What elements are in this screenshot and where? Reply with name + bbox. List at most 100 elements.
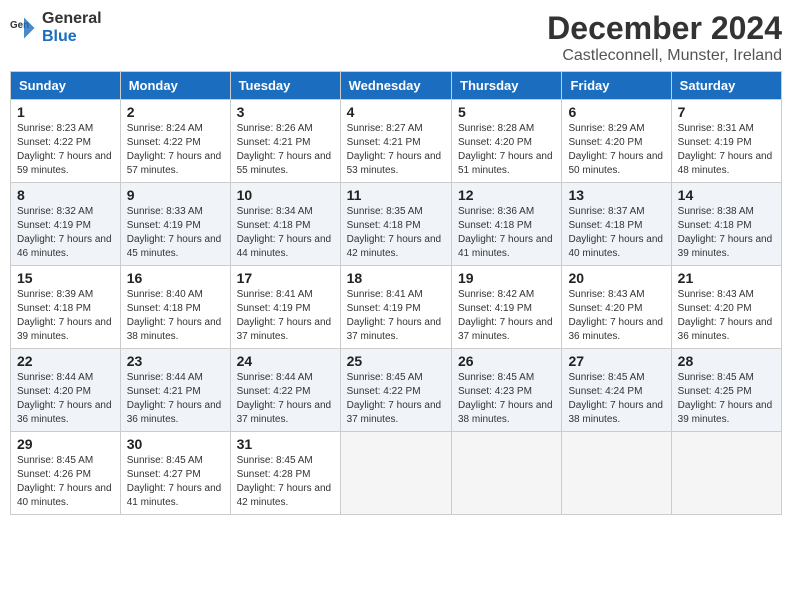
sunset-label: Sunset: 4:22 PM (17, 137, 91, 148)
daylight-label: Daylight: 7 hours and 36 minutes. (17, 400, 112, 425)
daylight-label: Daylight: 7 hours and 59 minutes. (17, 151, 112, 176)
sunrise-label: Sunrise: 8:28 AM (458, 123, 534, 134)
day-number: 30 (127, 436, 224, 452)
day-info: Sunrise: 8:23 AM Sunset: 4:22 PM Dayligh… (17, 122, 114, 178)
sunrise-label: Sunrise: 8:41 AM (347, 289, 423, 300)
sunset-label: Sunset: 4:18 PM (458, 220, 532, 231)
sunrise-label: Sunrise: 8:40 AM (127, 289, 203, 300)
day-info: Sunrise: 8:45 AM Sunset: 4:22 PM Dayligh… (347, 371, 445, 427)
daylight-label: Daylight: 7 hours and 38 minutes. (568, 400, 663, 425)
day-number: 2 (127, 104, 224, 120)
daylight-label: Daylight: 7 hours and 41 minutes. (458, 234, 553, 259)
calendar-cell: 23 Sunrise: 8:44 AM Sunset: 4:21 PM Dayl… (120, 349, 230, 432)
day-number: 9 (127, 187, 224, 203)
sunrise-label: Sunrise: 8:27 AM (347, 123, 423, 134)
day-number: 22 (17, 353, 114, 369)
daylight-label: Daylight: 7 hours and 39 minutes. (678, 234, 773, 259)
daylight-label: Daylight: 7 hours and 40 minutes. (17, 483, 112, 508)
column-header-saturday: Saturday (671, 72, 781, 100)
daylight-label: Daylight: 7 hours and 51 minutes. (458, 151, 553, 176)
sunset-label: Sunset: 4:18 PM (568, 220, 642, 231)
sunrise-label: Sunrise: 8:43 AM (568, 289, 644, 300)
calendar-cell: 9 Sunrise: 8:33 AM Sunset: 4:19 PM Dayli… (120, 183, 230, 266)
day-number: 21 (678, 270, 775, 286)
daylight-label: Daylight: 7 hours and 39 minutes. (678, 400, 773, 425)
sunset-label: Sunset: 4:28 PM (237, 469, 311, 480)
calendar-week-row: 15 Sunrise: 8:39 AM Sunset: 4:18 PM Dayl… (11, 266, 782, 349)
day-info: Sunrise: 8:42 AM Sunset: 4:19 PM Dayligh… (458, 288, 555, 344)
day-info: Sunrise: 8:34 AM Sunset: 4:18 PM Dayligh… (237, 205, 334, 261)
day-info: Sunrise: 8:29 AM Sunset: 4:20 PM Dayligh… (568, 122, 664, 178)
sunrise-label: Sunrise: 8:38 AM (678, 206, 754, 217)
sunrise-label: Sunrise: 8:24 AM (127, 123, 203, 134)
calendar-cell (562, 432, 671, 515)
sunset-label: Sunset: 4:20 PM (568, 137, 642, 148)
calendar-cell: 15 Sunrise: 8:39 AM Sunset: 4:18 PM Dayl… (11, 266, 121, 349)
day-info: Sunrise: 8:37 AM Sunset: 4:18 PM Dayligh… (568, 205, 664, 261)
column-header-thursday: Thursday (452, 72, 562, 100)
sunrise-label: Sunrise: 8:44 AM (17, 372, 93, 383)
calendar-table: SundayMondayTuesdayWednesdayThursdayFrid… (10, 71, 782, 515)
sunrise-label: Sunrise: 8:35 AM (347, 206, 423, 217)
day-number: 10 (237, 187, 334, 203)
day-number: 14 (678, 187, 775, 203)
calendar-cell: 10 Sunrise: 8:34 AM Sunset: 4:18 PM Dayl… (230, 183, 340, 266)
sunset-label: Sunset: 4:23 PM (458, 386, 532, 397)
sunrise-label: Sunrise: 8:33 AM (127, 206, 203, 217)
sunrise-label: Sunrise: 8:44 AM (127, 372, 203, 383)
sunrise-label: Sunrise: 8:37 AM (568, 206, 644, 217)
calendar-cell: 24 Sunrise: 8:44 AM Sunset: 4:22 PM Dayl… (230, 349, 340, 432)
daylight-label: Daylight: 7 hours and 37 minutes. (458, 317, 553, 342)
calendar-cell: 31 Sunrise: 8:45 AM Sunset: 4:28 PM Dayl… (230, 432, 340, 515)
sunrise-label: Sunrise: 8:45 AM (458, 372, 534, 383)
day-number: 8 (17, 187, 114, 203)
calendar-cell: 4 Sunrise: 8:27 AM Sunset: 4:21 PM Dayli… (340, 100, 451, 183)
daylight-label: Daylight: 7 hours and 38 minutes. (458, 400, 553, 425)
day-info: Sunrise: 8:44 AM Sunset: 4:20 PM Dayligh… (17, 371, 114, 427)
calendar-header-row: SundayMondayTuesdayWednesdayThursdayFrid… (11, 72, 782, 100)
day-number: 1 (17, 104, 114, 120)
day-info: Sunrise: 8:40 AM Sunset: 4:18 PM Dayligh… (127, 288, 224, 344)
day-info: Sunrise: 8:26 AM Sunset: 4:21 PM Dayligh… (237, 122, 334, 178)
sunrise-label: Sunrise: 8:45 AM (237, 455, 313, 466)
daylight-label: Daylight: 7 hours and 42 minutes. (347, 234, 442, 259)
daylight-label: Daylight: 7 hours and 39 minutes. (17, 317, 112, 342)
sunrise-label: Sunrise: 8:45 AM (568, 372, 644, 383)
day-number: 19 (458, 270, 555, 286)
column-header-wednesday: Wednesday (340, 72, 451, 100)
sunrise-label: Sunrise: 8:32 AM (17, 206, 93, 217)
calendar-cell: 26 Sunrise: 8:45 AM Sunset: 4:23 PM Dayl… (452, 349, 562, 432)
sunrise-label: Sunrise: 8:45 AM (347, 372, 423, 383)
day-info: Sunrise: 8:43 AM Sunset: 4:20 PM Dayligh… (568, 288, 664, 344)
sunset-label: Sunset: 4:22 PM (237, 386, 311, 397)
day-info: Sunrise: 8:32 AM Sunset: 4:19 PM Dayligh… (17, 205, 114, 261)
day-number: 26 (458, 353, 555, 369)
day-number: 28 (678, 353, 775, 369)
day-number: 6 (568, 104, 664, 120)
day-info: Sunrise: 8:24 AM Sunset: 4:22 PM Dayligh… (127, 122, 224, 178)
logo-general-text: General (42, 10, 102, 27)
sunset-label: Sunset: 4:26 PM (17, 469, 91, 480)
sunrise-label: Sunrise: 8:29 AM (568, 123, 644, 134)
page-header: Gen General Blue December 2024 Castlecon… (10, 10, 782, 65)
sunrise-label: Sunrise: 8:41 AM (237, 289, 313, 300)
calendar-week-row: 8 Sunrise: 8:32 AM Sunset: 4:19 PM Dayli… (11, 183, 782, 266)
calendar-cell: 29 Sunrise: 8:45 AM Sunset: 4:26 PM Dayl… (11, 432, 121, 515)
sunset-label: Sunset: 4:20 PM (17, 386, 91, 397)
sunrise-label: Sunrise: 8:45 AM (17, 455, 93, 466)
calendar-cell: 18 Sunrise: 8:41 AM Sunset: 4:19 PM Dayl… (340, 266, 451, 349)
day-number: 12 (458, 187, 555, 203)
calendar-cell (671, 432, 781, 515)
calendar-cell: 8 Sunrise: 8:32 AM Sunset: 4:19 PM Dayli… (11, 183, 121, 266)
day-number: 25 (347, 353, 445, 369)
daylight-label: Daylight: 7 hours and 44 minutes. (237, 234, 332, 259)
day-info: Sunrise: 8:45 AM Sunset: 4:25 PM Dayligh… (678, 371, 775, 427)
day-info: Sunrise: 8:45 AM Sunset: 4:26 PM Dayligh… (17, 454, 114, 510)
day-info: Sunrise: 8:45 AM Sunset: 4:23 PM Dayligh… (458, 371, 555, 427)
calendar-cell: 30 Sunrise: 8:45 AM Sunset: 4:27 PM Dayl… (120, 432, 230, 515)
day-number: 20 (568, 270, 664, 286)
calendar-cell: 21 Sunrise: 8:43 AM Sunset: 4:20 PM Dayl… (671, 266, 781, 349)
sunset-label: Sunset: 4:19 PM (237, 303, 311, 314)
daylight-label: Daylight: 7 hours and 36 minutes. (127, 400, 222, 425)
day-number: 5 (458, 104, 555, 120)
